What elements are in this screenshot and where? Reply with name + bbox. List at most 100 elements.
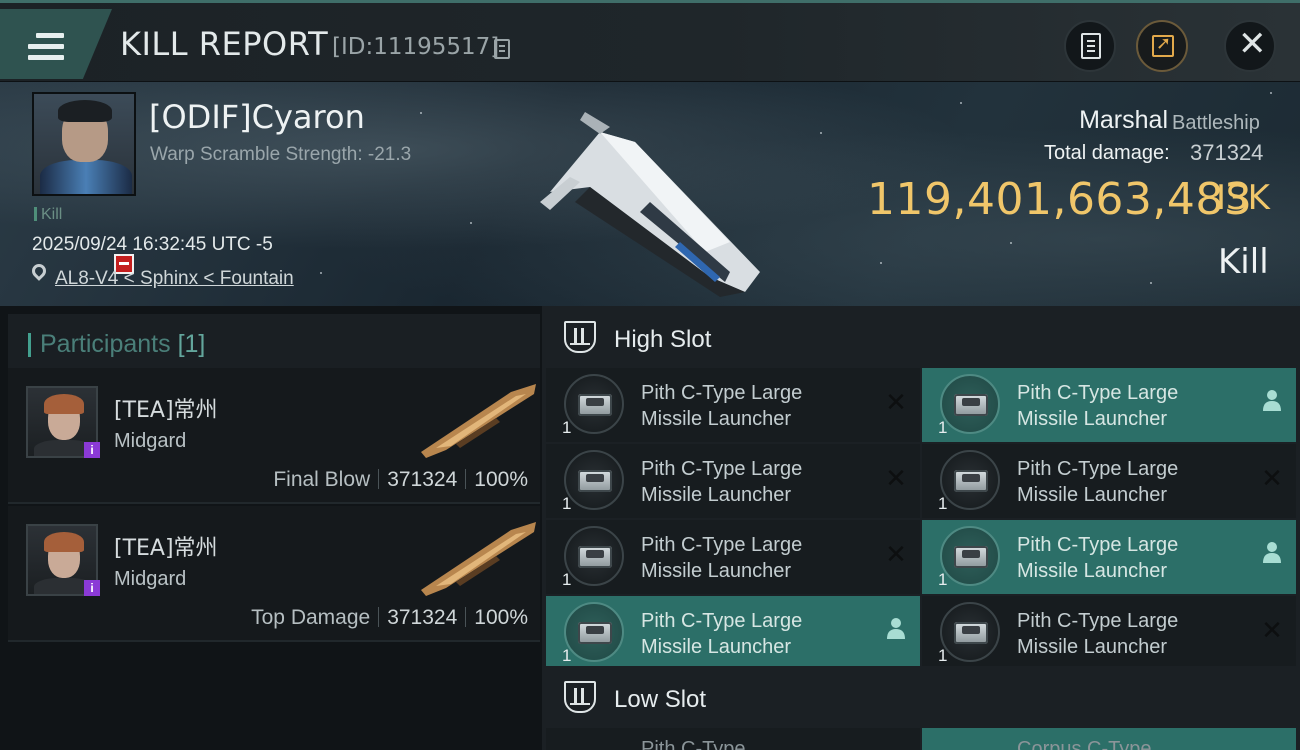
module-name-line1: Pith C-Type Large [641,382,803,404]
close-button[interactable]: ✕ [1224,20,1276,72]
participant-ship: Midgard [114,430,187,452]
module-item[interactable]: 1 Pith C-Type Large Missile Launcher ✕ [922,596,1296,670]
isk-value: 119,401,663,483 [867,174,1253,225]
module-name-line1: Pith C-Type Large [641,458,803,480]
person-icon [1260,540,1284,570]
victim-name[interactable]: [ODIF]Cyaron [149,98,365,136]
victim-ship-image [540,112,760,297]
participant-stats: Final Blow 371324 100% [273,468,528,492]
module-name-line2: Missile Launcher [1017,636,1168,658]
module-item[interactable]: 1 Pith C-Type Large Missile Launcher [546,596,920,670]
participant-damage: 371324 [387,468,458,491]
module-name-line1: Pith C-Type Large [641,610,803,632]
missile-launcher-icon [940,526,1000,586]
module-name-line1: Pith C-Type Large [1017,382,1179,404]
low-slot-header[interactable]: Low Slot [542,666,1300,728]
victim-banner: [ODIF]Cyaron Warp Scramble Strength: -21… [0,82,1300,306]
module-name-line2: Missile Launcher [1017,560,1168,582]
menu-icon [28,33,64,63]
module-quantity: 1 [938,494,948,513]
location-pin-icon [29,261,49,281]
missile-launcher-icon [940,374,1000,434]
x-icon: ✕ [1261,464,1283,494]
participant-row[interactable]: i [TEA]常州 Midgard Top Damage 371324 100% [8,506,540,642]
share-icon [1152,33,1174,57]
page-title: KILL REPORT [120,25,329,63]
clipboard-icon [1081,33,1101,59]
module-quantity: 1 [562,494,572,513]
missile-launcher-icon [940,602,1000,662]
total-damage-label: Total damage: [1044,142,1170,164]
module-item[interactable]: 1 Pith C-Type Large Missile Launcher ✕ [546,368,920,442]
module-item[interactable]: 1 Pith C-Type Large Missile Launcher [922,520,1296,594]
module-quantity: 1 [938,418,948,437]
module-item[interactable]: 1 Pith C-Type Large Missile Launcher [922,368,1296,442]
module-name-partial: Pith C-Type [641,738,746,750]
module-name-line1: Pith C-Type Large [1017,458,1179,480]
info-badge-icon: i [84,442,100,458]
missile-launcher-icon [564,602,624,662]
module-name-line2: Missile Launcher [641,636,792,658]
module-quantity: 1 [562,418,572,437]
module-item[interactable]: 1 Pith C-Type Large Missile Launcher ✕ [922,444,1296,518]
participant-ship-image [421,384,536,458]
low-slot-icon [564,681,596,713]
total-damage-value: 371324 [1190,140,1264,165]
module-name-partial: Corpus C-Type [1017,738,1152,750]
module-quantity: 1 [938,570,948,589]
copy-icon[interactable] [494,39,510,59]
participant-row[interactable]: i [TEA]常州 Midgard Final Blow 371324 100% [8,368,540,504]
module-quantity: 1 [938,646,948,665]
missile-launcher-icon [564,374,624,434]
module-item-partial[interactable]: Corpus C-Type [922,728,1296,750]
participants-header: Participants [1] [8,314,540,372]
missile-launcher-icon [564,526,624,586]
module-name-line1: Pith C-Type Large [1017,534,1179,556]
menu-button[interactable] [0,9,112,79]
module-name-line2: Missile Launcher [641,560,792,582]
module-name-line2: Missile Launcher [1017,408,1168,430]
timestamp: 2025/09/24 16:32:45 UTC -5 [32,234,273,255]
participant-role: Top Damage [251,606,371,629]
x-icon: ✕ [1261,616,1283,646]
isk-unit: ISK [1216,178,1270,218]
module-quantity: 1 [562,570,572,589]
fittings-panel: High Slot 1 Pith C-Type Large Missile Lau… [542,306,1300,750]
participant-stats: Top Damage 371324 100% [251,606,528,630]
module-name-line2: Missile Launcher [641,484,792,506]
module-name-line1: Pith C-Type Large [1017,610,1179,632]
ship-class: Battleship [1172,112,1260,134]
report-id: [ID:11195517] [332,34,500,60]
participants-count: [1] [177,330,206,358]
participant-damage: 371324 [387,606,458,629]
location-link[interactable]: AL8-V4 < Sphinx < Fountain [55,268,294,290]
info-badge-icon: i [84,580,100,596]
module-name-line2: Missile Launcher [641,408,792,430]
result-label: Kill [1218,242,1269,282]
module-item[interactable]: 1 Pith C-Type Large Missile Launcher ✕ [546,520,920,594]
module-quantity: 1 [562,646,572,665]
warp-scramble-strength: Warp Scramble Strength: -21.3 [150,144,412,165]
header-bar: KILL REPORT [ID:11195517] ✕ [0,3,1300,81]
low-slot-title: Low Slot [614,686,707,713]
share-button[interactable] [1136,20,1188,72]
person-icon [884,616,908,646]
missile-launcher-icon [564,450,624,510]
module-item[interactable]: 1 Pith C-Type Large Missile Launcher ✕ [546,444,920,518]
participant-percent: 100% [474,606,528,629]
x-icon: ✕ [885,388,907,418]
module-name-line2: Missile Launcher [1017,484,1168,506]
victim-portrait[interactable] [32,92,136,196]
module-item-partial[interactable]: Pith C-Type [546,728,920,750]
close-icon: ✕ [1238,24,1267,64]
high-slot-title: High Slot [614,326,712,353]
person-icon [1260,388,1284,418]
participants-panel: Participants [1] i [TEA]常州 Midgard Final… [0,306,542,750]
high-slot-header[interactable]: High Slot [542,306,1300,368]
x-icon: ✕ [885,464,907,494]
clipboard-button[interactable] [1064,20,1116,72]
participant-role: Final Blow [273,468,371,491]
participant-percent: 100% [474,468,528,491]
missile-launcher-icon [940,450,1000,510]
participant-name: [TEA]常州 [114,398,218,423]
